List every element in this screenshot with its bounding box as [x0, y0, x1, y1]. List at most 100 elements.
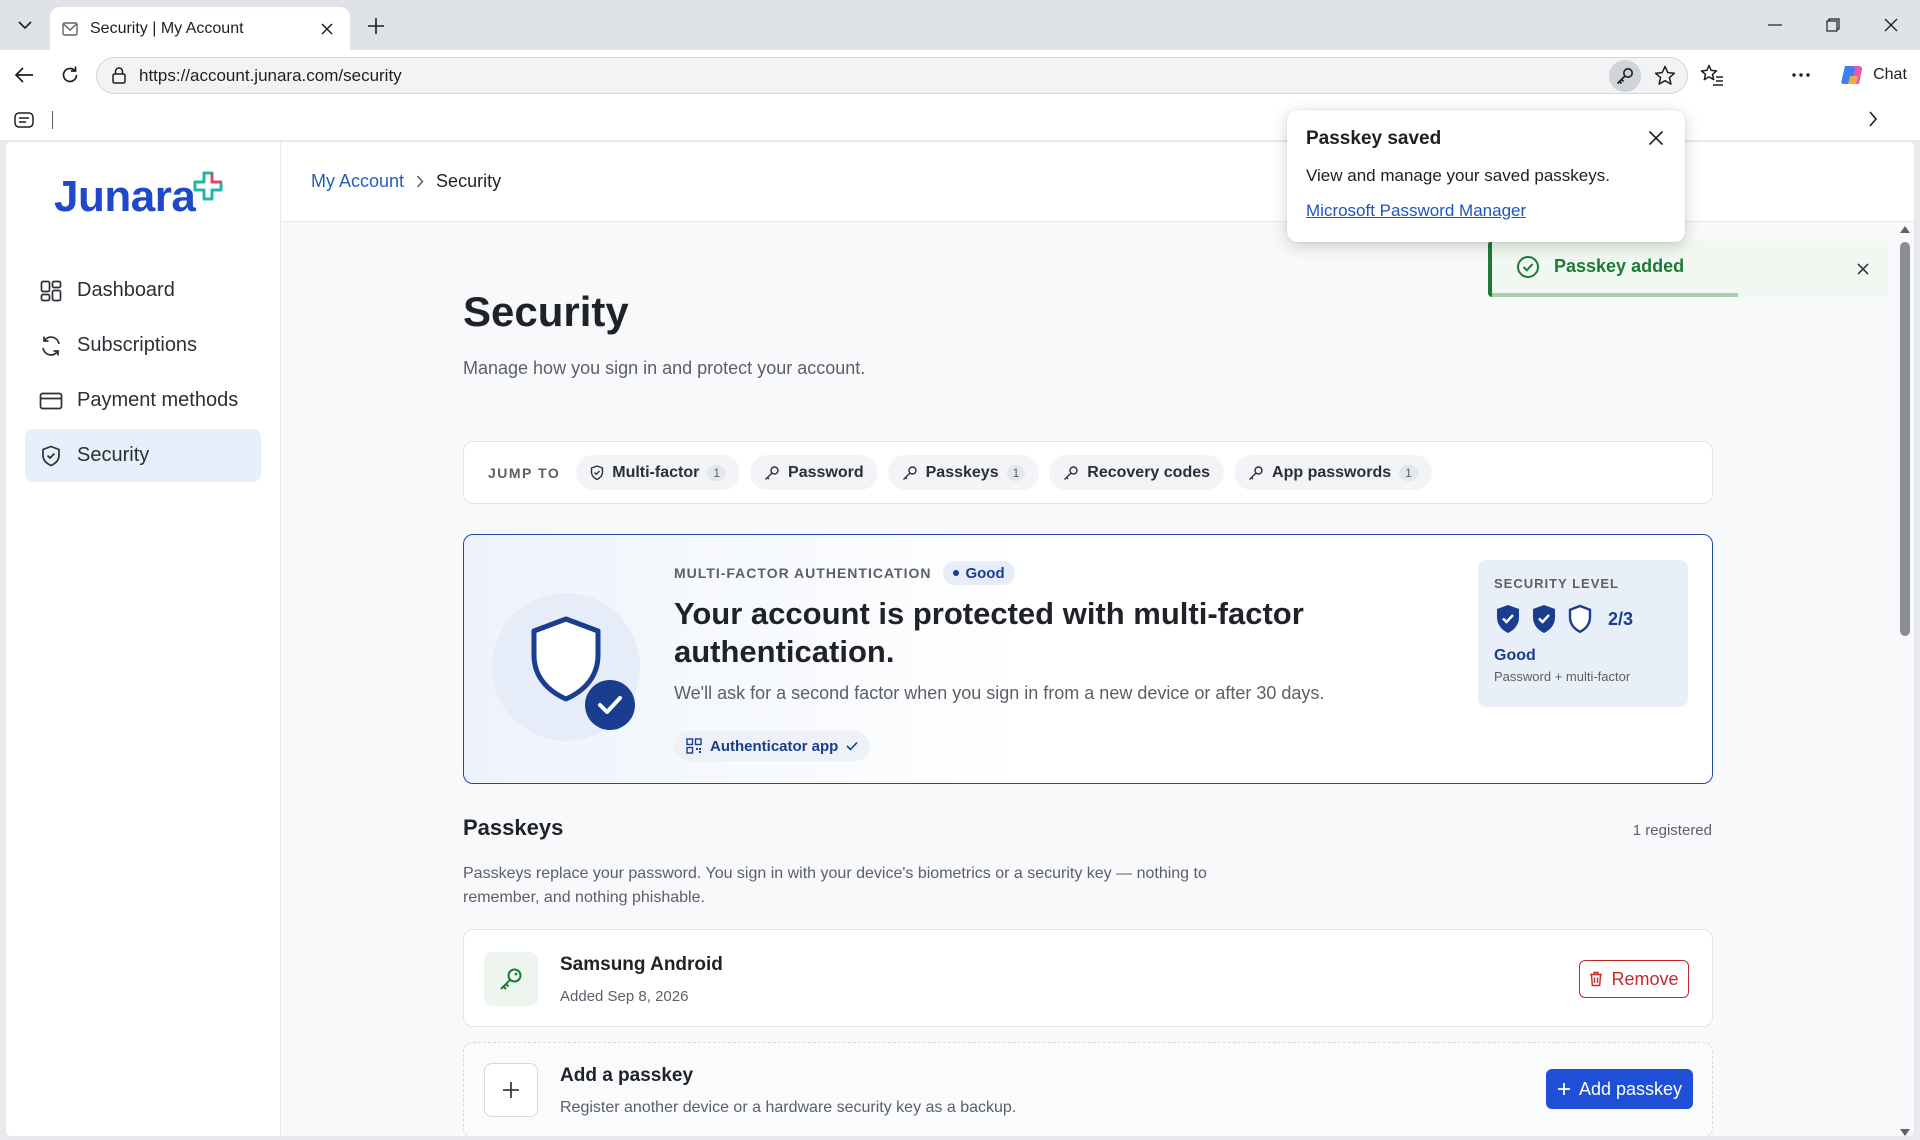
close-icon — [1648, 130, 1664, 146]
mail-icon — [62, 21, 78, 36]
page-subtitle: Manage how you sign in and protect your … — [463, 358, 866, 378]
reading-list-icon — [14, 112, 34, 128]
logo-cross-icon — [193, 171, 223, 201]
dashboard-icon — [39, 279, 63, 303]
chip-label: Recovery codes — [1087, 463, 1211, 481]
shield-check-icon — [531, 616, 635, 730]
copilot-chat-button[interactable]: Chat — [1832, 58, 1914, 92]
sidebar-item-label: Subscriptions — [77, 334, 198, 356]
close-window-button[interactable] — [1868, 8, 1914, 42]
key-icon — [1249, 465, 1263, 480]
ellipsis-icon — [1792, 73, 1810, 77]
chevron-right-icon — [1869, 111, 1878, 127]
security-level-value: 2/3 — [1608, 608, 1634, 629]
jump-chip-app-passwords[interactable]: App passwords 1 — [1234, 455, 1432, 490]
security-level-detail: Password + multi-factor — [1494, 669, 1631, 684]
url-host: https://account.junara.com — [139, 65, 339, 85]
sidebar-item-security[interactable]: Security — [25, 429, 261, 482]
shield-filled-icon — [1497, 605, 1519, 633]
breadcrumb-current: Security — [436, 171, 502, 191]
browser-toolbar: https://account.junara.com/security Chat — [0, 50, 1920, 100]
sidebar: Junara Dashboard Subscriptions Payment m… — [6, 142, 281, 1136]
check-icon — [846, 741, 858, 751]
key-icon — [765, 465, 779, 480]
password-key-button[interactable] — [1609, 59, 1641, 92]
favorites-button[interactable] — [1697, 60, 1727, 90]
minimize-button[interactable] — [1752, 8, 1798, 42]
sidebar-item-label: Dashboard — [77, 279, 175, 301]
jump-to-label: JUMP TO — [488, 464, 561, 481]
logo-text: Junara — [54, 172, 196, 221]
status-badge: Good — [943, 561, 1015, 585]
address-bar[interactable]: https://account.junara.com/security — [96, 57, 1688, 94]
jump-chip-recovery-codes[interactable]: Recovery codes — [1049, 455, 1225, 490]
url-path: /security — [338, 65, 402, 85]
favorite-button[interactable] — [1649, 60, 1681, 92]
chip-label: Password — [788, 463, 864, 481]
jump-chip-passkeys[interactable]: Passkeys 1 — [887, 455, 1040, 490]
security-level-panel: SECURITY LEVEL 2/3 Good Password + multi… — [1478, 560, 1688, 707]
junara-logo[interactable]: Junara — [54, 171, 223, 222]
qr-code-icon — [686, 738, 702, 754]
new-tab-button[interactable] — [362, 12, 390, 40]
chip-count: 1 — [707, 464, 727, 481]
add-plus-tile[interactable] — [484, 1063, 538, 1117]
scroll-down-arrow[interactable] — [1900, 1129, 1910, 1136]
add-passkey-label: Add passkey — [1578, 1078, 1683, 1099]
page-scrollbar[interactable] — [1896, 226, 1914, 1136]
sidebar-item-payment-methods[interactable]: Payment methods — [25, 374, 261, 427]
sidebar-item-dashboard[interactable]: Dashboard — [25, 264, 261, 317]
check-circle-icon — [1517, 256, 1539, 278]
restore-button[interactable] — [1810, 8, 1856, 42]
toast-message: Passkey added — [1554, 256, 1685, 276]
key-icon — [902, 465, 917, 480]
chip-label: Passkeys — [925, 463, 999, 481]
url-text[interactable]: https://account.junara.com/security — [139, 66, 1609, 86]
passkeys-heading: Passkeys — [463, 815, 564, 840]
tab-search-button[interactable] — [8, 9, 42, 41]
browser-tab[interactable]: Security | My Account — [50, 7, 350, 50]
add-passkey-title: Add a passkey — [560, 1065, 694, 1086]
more-button[interactable] — [1786, 60, 1816, 90]
passkey-item: Samsung Android Added Sep 8, 2026 Remove — [463, 929, 1713, 1027]
chip-label: App passwords — [1272, 463, 1392, 481]
tab-close-icon[interactable] — [316, 18, 338, 40]
star-icon — [1654, 65, 1676, 85]
sidebar-nav: Dashboard Subscriptions Payment methods … — [25, 264, 261, 484]
toast-close-icon[interactable] — [1852, 258, 1874, 280]
passkey-key-icon — [484, 952, 538, 1006]
scroll-up-arrow[interactable] — [1900, 226, 1910, 233]
favbar-overflow-button[interactable] — [1868, 111, 1878, 127]
reading-view-button[interactable] — [14, 112, 34, 128]
card-icon — [39, 389, 63, 413]
sidebar-item-subscriptions[interactable]: Subscriptions — [25, 319, 261, 372]
favorites-icon — [1700, 64, 1723, 86]
plus-icon — [503, 1082, 519, 1098]
add-passkey-button[interactable]: Add passkey — [1546, 1069, 1693, 1109]
chip-label: Multi-factor — [612, 463, 700, 481]
breadcrumb-my-account[interactable]: My Account — [311, 171, 404, 192]
popup-close-button[interactable] — [1643, 125, 1669, 151]
jump-chip-password[interactable]: Password — [750, 455, 878, 490]
sidebar-item-label: Security — [77, 444, 150, 466]
reload-button[interactable] — [54, 59, 86, 91]
status-dot — [953, 570, 960, 576]
add-passkey-row: Add a passkey Register another device or… — [463, 1042, 1713, 1136]
tab-title: Security | My Account — [90, 19, 244, 37]
mfa-shield-illustration — [492, 593, 640, 741]
remove-label: Remove — [1611, 968, 1679, 989]
security-level-meter: 2/3 — [1494, 603, 1672, 635]
passkeys-count: 1 registered — [1632, 822, 1712, 839]
shield-icon — [591, 464, 604, 480]
scroll-thumb[interactable] — [1900, 242, 1910, 636]
chip-count: 1 — [1006, 464, 1026, 481]
back-button[interactable] — [8, 59, 40, 91]
authenticator-label: Authenticator app — [710, 737, 839, 755]
close-icon — [1884, 18, 1898, 32]
minimize-icon — [1768, 24, 1782, 26]
password-manager-link[interactable]: Microsoft Password Manager — [1306, 201, 1526, 221]
remove-passkey-button[interactable]: Remove — [1579, 960, 1689, 998]
jump-chip-multi-factor[interactable]: Multi-factor 1 — [576, 455, 741, 490]
lock-icon — [112, 67, 126, 84]
security-level-label: SECURITY LEVEL — [1494, 576, 1620, 591]
